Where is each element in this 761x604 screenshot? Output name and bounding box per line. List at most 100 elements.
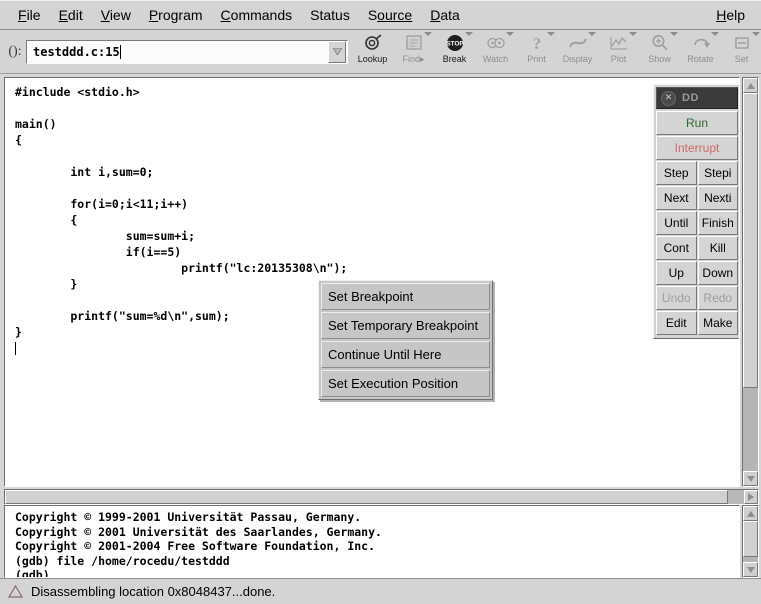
context-menu-item-set-temporary-breakpoint[interactable]: Set Temporary Breakpoint	[321, 312, 490, 339]
source-line-11: }	[15, 277, 78, 291]
command-row-cont: Cont Kill	[656, 236, 738, 260]
command-row-undoredo: Undo Redo	[656, 286, 738, 310]
console-scroll-track[interactable]	[743, 521, 758, 562]
menu-program[interactable]: Program	[141, 5, 211, 25]
source-hscroll-thumb[interactable]	[5, 490, 728, 504]
tool-rotate[interactable]: Rotate	[680, 30, 721, 72]
source-vertical-scrollbar[interactable]	[742, 77, 759, 487]
break-stop-icon: STOP	[442, 33, 468, 53]
tool-lookup-label: Lookup	[357, 53, 388, 64]
menu-help[interactable]: Help	[708, 5, 753, 25]
command-tool-titlebar[interactable]: ✕ DD	[656, 87, 738, 109]
console-scroll-down-icon[interactable]	[743, 562, 758, 577]
menu-status[interactable]: Status	[302, 5, 358, 25]
tool-break[interactable]: STOP Break	[434, 30, 475, 72]
tool-print-menu-arrow[interactable]	[547, 31, 555, 36]
menu-view[interactable]: View	[93, 5, 139, 25]
command-tool-window: ✕ DD Run Interrupt Step Stepi Next Nexti…	[653, 84, 739, 339]
tool-watch-menu-arrow[interactable]	[506, 31, 514, 36]
tool-plot-menu-arrow[interactable]	[629, 31, 637, 36]
menu-view-mnemonic: V	[100, 7, 110, 23]
interrupt-button[interactable]: Interrupt	[656, 136, 738, 160]
until-button[interactable]: Until	[656, 211, 697, 235]
tool-display-menu-arrow[interactable]	[588, 31, 596, 36]
menu-source[interactable]: Source	[360, 5, 420, 25]
cont-button[interactable]: Cont	[656, 236, 697, 260]
tool-rotate-label: Rotate	[687, 53, 714, 64]
up-button[interactable]: Up	[656, 261, 697, 285]
menu-status-label: tatus	[319, 7, 350, 23]
source-line-4: int i,sum=0;	[15, 165, 154, 179]
scroll-down-icon[interactable]	[743, 471, 758, 486]
menu-edit-label: dit	[67, 7, 83, 23]
source-line-5	[15, 180, 739, 196]
down-button[interactable]: Down	[697, 261, 738, 285]
run-button[interactable]: Run	[656, 111, 738, 135]
menu-data[interactable]: Data	[422, 5, 468, 25]
tool-set[interactable]: Set	[721, 30, 761, 72]
source-text-caret	[15, 342, 16, 355]
menu-edit[interactable]: Edit	[51, 5, 91, 25]
tool-watch[interactable]: Watch	[475, 30, 516, 72]
context-menu-item-set-breakpoint[interactable]: Set Breakpoint	[321, 283, 490, 310]
close-icon[interactable]: ✕	[661, 90, 676, 106]
finish-button[interactable]: Finish	[697, 211, 738, 235]
console-scroll-thumb[interactable]	[743, 521, 758, 558]
menu-program-label: rogram	[158, 7, 203, 23]
paned-container: #include <stdio.h> main() { int i,sum=0;…	[0, 74, 761, 578]
gdb-console[interactable]: Copyright © 1999-2001 Universität Passau…	[4, 505, 740, 578]
scroll-right-icon[interactable]	[744, 490, 758, 504]
tool-break-menu-arrow[interactable]	[465, 31, 473, 36]
tool-show-menu-arrow[interactable]	[670, 31, 678, 36]
source-scroll-thumb[interactable]	[743, 93, 758, 388]
tool-watch-label: Watch	[482, 53, 509, 64]
console-scroll-up-icon[interactable]	[743, 506, 758, 521]
nexti-button[interactable]: Nexti	[697, 186, 738, 210]
source-line-2: main()	[15, 117, 57, 131]
watch-icon	[483, 33, 509, 53]
command-row-updown: Up Down	[656, 261, 738, 285]
next-button[interactable]: Next	[656, 186, 697, 210]
source-view[interactable]: #include <stdio.h> main() { int i,sum=0;…	[4, 77, 740, 487]
tool-plot[interactable]: Plot	[598, 30, 639, 72]
tool-show[interactable]: Show	[639, 30, 680, 72]
tool-plot-label: Plot	[610, 53, 627, 64]
kill-button[interactable]: Kill	[697, 236, 738, 260]
svg-text:STOP: STOP	[446, 40, 464, 47]
context-menu-item-continue-until-here[interactable]: Continue Until Here	[321, 341, 490, 368]
source-line-9: if(i==5)	[15, 245, 182, 259]
stepi-button[interactable]: Stepi	[697, 161, 738, 185]
argument-field[interactable]: testddd.c:15	[26, 39, 348, 64]
command-row-interrupt: Interrupt	[656, 136, 738, 160]
source-context-menu: Set Breakpoint Set Temporary Breakpoint …	[318, 280, 493, 400]
menu-view-label: iew	[109, 7, 131, 23]
menu-commands[interactable]: Commands	[213, 5, 301, 25]
tool-display-label: Display	[562, 53, 593, 64]
tool-print[interactable]: ? Print	[516, 30, 557, 72]
step-button[interactable]: Step	[656, 161, 697, 185]
source-scroll-track[interactable]	[743, 93, 758, 471]
svg-text:?: ?	[532, 34, 541, 52]
menu-file[interactable]: File	[10, 5, 49, 25]
tool-set-menu-arrow[interactable]	[752, 31, 760, 36]
source-line-3: {	[15, 133, 22, 147]
find-icon	[401, 33, 427, 53]
console-vertical-scrollbar[interactable]	[742, 505, 759, 578]
status-message: Disassembling location 0x8048437...done.	[31, 584, 276, 599]
source-line-1	[15, 100, 739, 116]
tool-find-menu-arrow[interactable]	[424, 31, 432, 36]
scroll-up-icon[interactable]	[743, 78, 758, 93]
edit-button[interactable]: Edit	[656, 311, 697, 335]
tool-lookup[interactable]: Lookup	[352, 30, 393, 72]
context-menu-item-set-execution-position[interactable]: Set Execution Position	[321, 370, 490, 397]
make-button[interactable]: Make	[697, 311, 738, 335]
argument-history-dropdown[interactable]	[328, 40, 346, 63]
tool-display[interactable]: Display	[557, 30, 598, 72]
chevron-down-icon	[332, 48, 342, 55]
menu-commands-mnemonic: C	[220, 7, 231, 23]
source-horizontal-scrollbar[interactable]	[4, 489, 759, 505]
tool-break-label: Break	[442, 53, 467, 64]
tool-find[interactable]: Find▸	[393, 30, 434, 72]
tool-rotate-menu-arrow[interactable]	[711, 31, 719, 36]
rotate-icon	[688, 33, 714, 53]
